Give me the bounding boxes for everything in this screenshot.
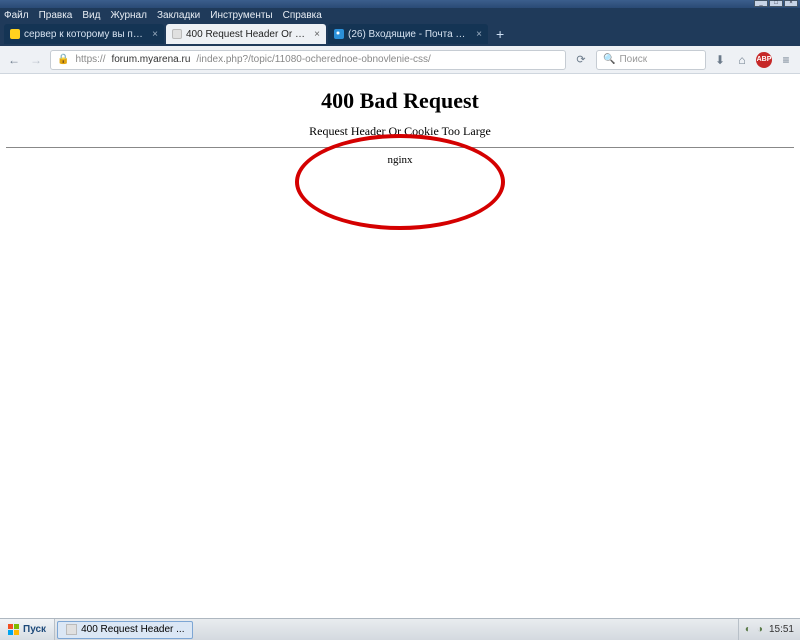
tab-close-icon[interactable]: × bbox=[152, 29, 158, 40]
tab-3[interactable]: (26) Входящие - Почта Mail... × bbox=[328, 24, 488, 44]
window-titlebar: _ □ × bbox=[0, 0, 800, 8]
menu-history[interactable]: Журнал bbox=[110, 10, 147, 21]
error-server: nginx bbox=[0, 154, 800, 166]
hamburger-menu-button[interactable]: ≡ bbox=[778, 52, 794, 68]
taskbar-app-icon bbox=[66, 624, 77, 635]
divider bbox=[6, 147, 794, 148]
url-path: /index.php?/topic/11080-ocherednoe-obnov… bbox=[196, 54, 430, 65]
tray-network-icon[interactable]: ◑ bbox=[757, 624, 763, 635]
address-bar[interactable]: 🔒 https:// forum.myarena.ru/index.php?/to… bbox=[50, 50, 566, 70]
mailru-favicon bbox=[334, 29, 344, 39]
home-button[interactable]: ⌂ bbox=[734, 52, 750, 68]
menu-edit[interactable]: Правка bbox=[39, 10, 73, 21]
search-input[interactable]: 🔍 Поиск bbox=[596, 50, 706, 70]
menu-tools[interactable]: Инструменты bbox=[210, 10, 272, 21]
back-button[interactable]: ← bbox=[6, 52, 22, 68]
tab-title: (26) Входящие - Почта Mail... bbox=[348, 29, 472, 40]
tab-close-icon[interactable]: × bbox=[314, 29, 320, 40]
page-viewport: 400 Bad Request Request Header Or Cookie… bbox=[0, 74, 800, 618]
lock-icon: 🔒 bbox=[57, 54, 69, 65]
new-tab-button[interactable]: + bbox=[490, 26, 510, 42]
error-page: 400 Bad Request Request Header Or Cookie… bbox=[0, 74, 800, 166]
taskbar-item-label: 400 Request Header ... bbox=[81, 624, 184, 635]
error-title: 400 Bad Request bbox=[0, 88, 800, 114]
menu-bookmarks[interactable]: Закладки bbox=[157, 10, 200, 21]
browser-tabstrip: сервер к которому вы пыта... × 400 Reque… bbox=[0, 22, 800, 46]
forward-button[interactable]: → bbox=[28, 52, 44, 68]
taskbar-clock[interactable]: 15:51 bbox=[769, 624, 794, 635]
windows-logo-icon bbox=[8, 624, 19, 635]
url-host: forum.myarena.ru bbox=[111, 54, 190, 65]
window-maximize-button[interactable]: □ bbox=[769, 0, 783, 7]
tab-1[interactable]: сервер к которому вы пыта... × bbox=[4, 24, 164, 44]
browser-menubar: Файл Правка Вид Журнал Закладки Инструме… bbox=[0, 8, 800, 22]
page-favicon bbox=[172, 29, 182, 39]
reload-button[interactable]: ⟳ bbox=[572, 51, 590, 69]
menu-file[interactable]: Файл bbox=[4, 10, 29, 21]
downloads-button[interactable]: ⬇ bbox=[712, 52, 728, 68]
tray-shield-icon[interactable]: ◐ bbox=[745, 624, 751, 635]
window-close-button[interactable]: × bbox=[784, 0, 798, 7]
menu-view[interactable]: Вид bbox=[82, 10, 100, 21]
search-icon: 🔍 bbox=[603, 54, 615, 65]
system-tray: ◐ ◑ 15:51 bbox=[738, 619, 800, 640]
search-placeholder: Поиск bbox=[619, 54, 647, 65]
browser-toolbar: ← → 🔒 https:// forum.myarena.ru/index.php… bbox=[0, 46, 800, 74]
windows-taskbar: Пуск 400 Request Header ... ◐ ◑ 15:51 bbox=[0, 618, 800, 640]
adblock-icon[interactable]: ABP bbox=[756, 52, 772, 68]
window-minimize-button[interactable]: _ bbox=[754, 0, 768, 7]
tab-close-icon[interactable]: × bbox=[476, 29, 482, 40]
taskbar-item-active[interactable]: 400 Request Header ... bbox=[57, 621, 193, 639]
error-message: Request Header Or Cookie Too Large bbox=[0, 124, 800, 139]
menu-help[interactable]: Справка bbox=[283, 10, 322, 21]
yandex-favicon bbox=[10, 29, 20, 39]
tab-2-active[interactable]: 400 Request Header Or Cooki... × bbox=[166, 24, 326, 44]
url-scheme: https:// bbox=[75, 54, 105, 65]
start-button[interactable]: Пуск bbox=[0, 619, 55, 640]
tab-title: сервер к которому вы пыта... bbox=[24, 29, 148, 40]
tab-title: 400 Request Header Or Cooki... bbox=[186, 29, 310, 40]
start-label: Пуск bbox=[23, 624, 46, 635]
